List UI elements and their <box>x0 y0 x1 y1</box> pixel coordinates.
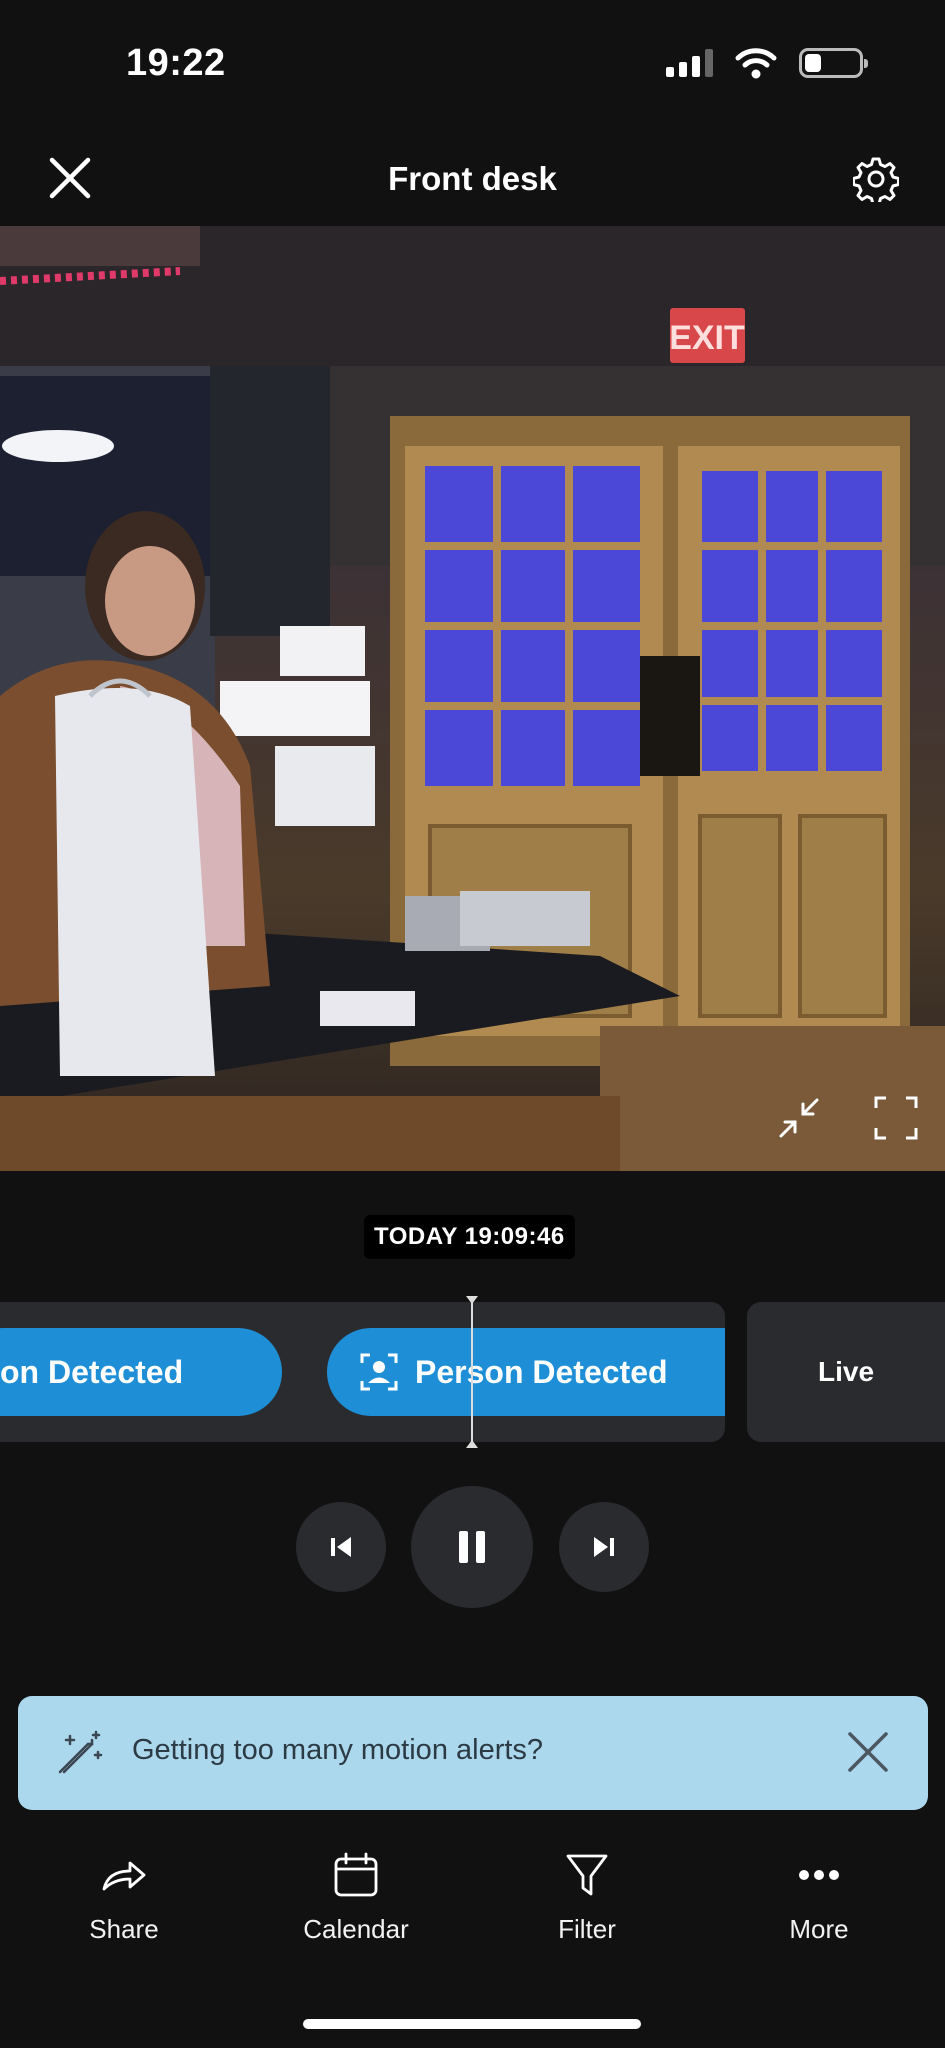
banner-close-button[interactable] <box>844 1728 892 1776</box>
more-icon <box>794 1850 844 1900</box>
camera-video-feed[interactable]: EXIT <box>0 226 945 1171</box>
page-title: Front desk <box>388 160 557 197</box>
skip-forward-icon <box>594 1537 614 1557</box>
magic-wand-icon <box>58 1730 103 1774</box>
settings-button[interactable] <box>851 154 901 204</box>
timeline-timestamp: TODAY 19:09:46 <box>364 1215 575 1259</box>
timeline-playhead[interactable] <box>466 1296 478 1448</box>
share-label: Share <box>89 1914 159 1944</box>
fullscreen-button[interactable] <box>871 1093 921 1143</box>
filter-button[interactable]: Filter <box>497 1850 677 1945</box>
share-button[interactable]: Share <box>34 1850 214 1945</box>
filter-icon <box>562 1850 612 1900</box>
battery-icon <box>799 48 868 78</box>
pause-icon <box>459 1531 485 1563</box>
event-pill-person-current[interactable]: Person Detected <box>327 1328 725 1416</box>
header: Front desk <box>0 130 945 226</box>
more-button[interactable]: More <box>729 1850 909 1945</box>
previous-event-button[interactable] <box>296 1502 386 1592</box>
event-timeline[interactable]: on Detected Person Detected Live <box>0 1296 945 1448</box>
wifi-icon <box>735 48 777 79</box>
status-icons <box>666 46 868 80</box>
close-icon <box>848 1732 888 1772</box>
skip-back-icon <box>331 1537 351 1557</box>
gear-icon <box>853 157 899 202</box>
calendar-icon <box>331 1850 381 1900</box>
timeline-track[interactable]: on Detected Person Detected <box>0 1302 725 1442</box>
banner-text: Getting too many motion alerts? <box>132 1734 544 1766</box>
exit-sign-text: EXIT <box>669 319 745 357</box>
share-icon <box>99 1850 149 1900</box>
pause-button[interactable] <box>411 1486 533 1608</box>
live-label: Live <box>817 1356 875 1387</box>
calendar-label: Calendar <box>303 1914 409 1944</box>
event-pill-person-previous[interactable]: on Detected <box>0 1328 282 1416</box>
status-time: 19:22 <box>126 42 226 84</box>
home-indicator[interactable] <box>303 2019 641 2029</box>
person-icon <box>359 1352 399 1392</box>
event-label: on Detected <box>0 1353 184 1390</box>
bottom-toolbar: Share Calendar Filter More <box>0 1850 945 1960</box>
calendar-button[interactable]: Calendar <box>266 1850 446 1945</box>
live-button[interactable]: Live <box>747 1302 945 1442</box>
fullscreen-icon <box>874 1096 918 1140</box>
status-bar: 19:22 <box>0 0 945 130</box>
camera-scene-image: EXIT <box>0 226 945 1171</box>
more-label: More <box>789 1914 849 1944</box>
cellular-signal-icon <box>666 49 713 77</box>
next-event-button[interactable] <box>559 1502 649 1592</box>
filter-label: Filter <box>558 1914 616 1944</box>
playback-controls <box>0 1486 945 1608</box>
minimize-button[interactable] <box>774 1093 824 1143</box>
motion-alerts-banner[interactable]: Getting too many motion alerts? <box>18 1696 928 1810</box>
event-label: Person Detected <box>415 1353 668 1390</box>
collapse-icon <box>779 1098 819 1138</box>
